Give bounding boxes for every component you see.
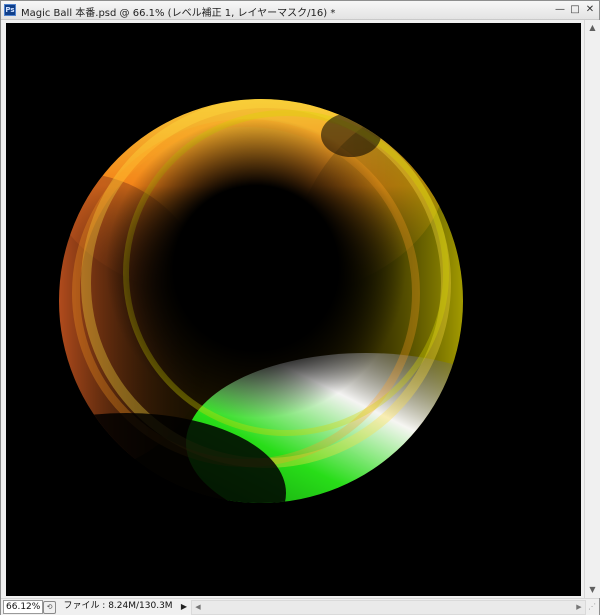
scroll-down-icon[interactable]: ▼ <box>585 583 600 597</box>
navigator-icon[interactable]: ⟲ <box>43 601 56 614</box>
close-button[interactable]: ✕ <box>583 3 597 16</box>
vertical-scrollbar[interactable]: ▲ ▼ <box>584 20 600 598</box>
scroll-right-icon[interactable]: ▶ <box>573 601 585 614</box>
resize-grip-icon[interactable]: ⋰ <box>586 600 598 613</box>
horizontal-scrollbar[interactable]: ◀ ▶ <box>191 600 586 615</box>
sphere-body <box>59 99 463 503</box>
title-bar[interactable]: Ps Magic Ball 本番.psd @ 66.1% (レベル補正 1, レ… <box>1 1 599 20</box>
document-canvas[interactable] <box>6 23 581 596</box>
status-bar: 66.12% ⟲ ファイル : 8.24M/130.3M ▶ ◀ ▶ ⋰ <box>1 598 599 615</box>
maximize-button[interactable]: □ <box>568 3 582 16</box>
minimize-button[interactable]: — <box>553 3 567 16</box>
zoom-level-field[interactable]: 66.12% <box>3 600 43 614</box>
document-info: ファイル : 8.24M/130.3M <box>63 601 173 611</box>
document-window: Ps Magic Ball 本番.psd @ 66.1% (レベル補正 1, レ… <box>0 0 600 615</box>
photoshop-icon: Ps <box>4 4 16 16</box>
document-title: Magic Ball 本番.psd @ 66.1% (レベル補正 1, レイヤー… <box>21 8 336 19</box>
glowing-sphere-artwork <box>59 99 463 503</box>
scroll-up-icon[interactable]: ▲ <box>585 21 600 35</box>
scroll-left-icon[interactable]: ◀ <box>192 601 204 614</box>
status-menu-arrow-icon[interactable]: ▶ <box>179 601 189 612</box>
